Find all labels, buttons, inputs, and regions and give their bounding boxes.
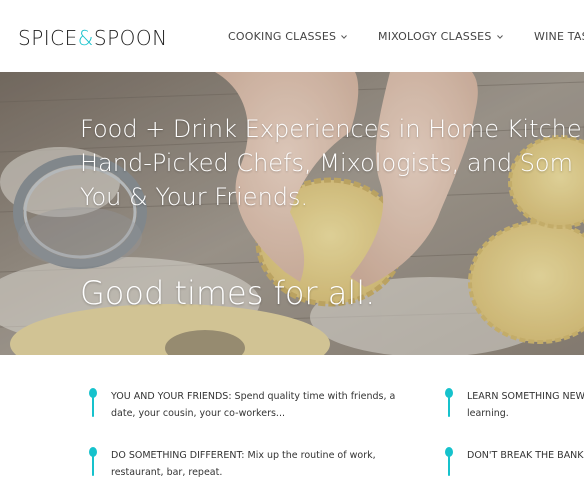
main-nav: COOKING CLASSES MIXOLOGY CLASSES WINE TA… [0, 30, 584, 46]
nav-item-mixology-classes[interactable]: MIXOLOGY CLASSES [378, 30, 503, 43]
nav-item-cooking-classes[interactable]: COOKING CLASSES [228, 30, 348, 43]
feature-text: LEARN SOMETHING NEW learning. [467, 391, 584, 419]
spoon-icon [89, 447, 97, 476]
hero-headline-line: Hand-Picked Chefs, Mixologists, and Som [80, 149, 573, 177]
feature-text: DON'T BREAK THE BANK [467, 450, 584, 461]
site-header: SPICE&SPOON COOKING CLASSES MIXOLOGY CLA… [0, 0, 584, 72]
feature-text: YOU AND YOUR FRIENDS: Spend quality time… [111, 391, 396, 419]
spoon-icon [445, 388, 453, 417]
nav-item-label: WINE TAS [534, 30, 584, 43]
hero-headline-line: Food + Drink Experiences in Home Kitchen [80, 115, 584, 143]
features-section: YOU AND YOUR FRIENDS: Spend quality time… [0, 355, 584, 482]
hero-banner: Food + Drink Experiences in Home Kitchen… [0, 72, 584, 355]
hero-tagline: Good times for all. [80, 274, 376, 312]
feature-text: DO SOMETHING DIFFERENT: Mix up the routi… [111, 450, 376, 478]
hero-headline-line: You & Your Friends. [80, 183, 309, 211]
chevron-down-icon [341, 34, 348, 39]
nav-item-label: MIXOLOGY CLASSES [378, 30, 492, 43]
hero-headline: Food + Drink Experiences in Home Kitchen… [80, 112, 584, 214]
nav-item-label: COOKING CLASSES [228, 30, 337, 43]
chevron-down-icon [496, 34, 503, 39]
spoon-icon [445, 447, 453, 476]
spoon-icon [89, 388, 97, 417]
nav-item-wine-tastings[interactable]: WINE TAS [534, 30, 584, 43]
